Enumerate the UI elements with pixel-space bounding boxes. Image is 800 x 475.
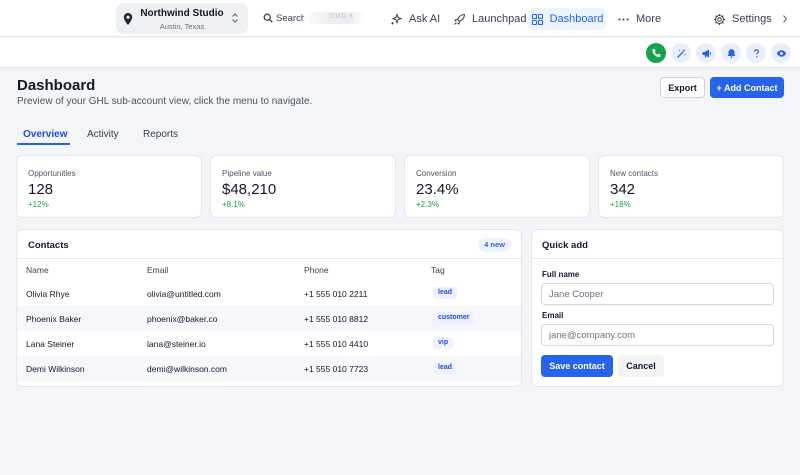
- chevron-right-icon: [782, 15, 787, 23]
- stat-change: +8.1%: [222, 200, 245, 209]
- announcements-button[interactable]: [696, 43, 716, 63]
- contact-name: Phoenix Baker: [26, 314, 82, 324]
- search-icon: [263, 13, 273, 23]
- nav-dashboard-label: Dashboard: [549, 13, 604, 25]
- nav-more-label: More: [636, 13, 662, 25]
- email-input[interactable]: [541, 324, 774, 346]
- account-location: Austin, Texas: [159, 22, 205, 31]
- stat-value: 128: [28, 181, 54, 198]
- stat-value: 342: [610, 181, 636, 198]
- help-button[interactable]: [746, 43, 766, 63]
- divider: [17, 258, 521, 259]
- stat-value: $48,210: [222, 181, 277, 198]
- magic-wand-icon: [676, 48, 686, 58]
- contact-tag: lead: [433, 362, 458, 374]
- contact-email: lana@steiner.io: [147, 339, 206, 349]
- stat-card-new-contacts: New contacts 342 +18%: [598, 155, 784, 218]
- nav-settings-label: Settings: [732, 13, 772, 25]
- account-name: Northwind Studio: [140, 8, 224, 19]
- quick-add-title: Quick add: [542, 240, 588, 251]
- stat-card-opportunities: Opportunities 128 +12%: [16, 155, 202, 218]
- gear-icon: [714, 13, 725, 25]
- full-name-input[interactable]: [541, 283, 774, 305]
- nav-launchpad-label: Launchpad: [472, 13, 527, 25]
- chevron-up-down-icon: [232, 13, 238, 23]
- stat-label: New contacts: [610, 169, 659, 178]
- nav-more[interactable]: More: [617, 8, 661, 30]
- stat-label: Conversion: [416, 169, 457, 178]
- top-nav: Northwind Studio Austin, Texas Search CM…: [0, 0, 800, 37]
- contact-phone: +1 555 010 8812: [304, 314, 369, 324]
- table-row[interactable]: Lana Steiner lana@steiner.io +1 555 010 …: [17, 331, 521, 356]
- help-icon: [753, 48, 759, 57]
- tab-activity[interactable]: Activity: [87, 129, 119, 140]
- contact-phone: +1 555 010 4410: [304, 339, 369, 349]
- tab-reports[interactable]: Reports: [143, 129, 178, 140]
- ellipsis-icon: [618, 18, 629, 20]
- bell-icon: [727, 48, 735, 58]
- contact-name: Olivia Rhye: [26, 289, 70, 299]
- stat-card-pipeline-value: Pipeline value $48,210 +8.1%: [210, 155, 396, 218]
- table-row[interactable]: Phoenix Baker phoenix@baker.co +1 555 01…: [17, 306, 521, 331]
- search-shortcut-hint: CMD K: [304, 12, 366, 24]
- column-header-name: Name: [26, 265, 49, 275]
- nav-launchpad[interactable]: Launchpad: [453, 8, 526, 30]
- add-contact-button[interactable]: + Add Contact: [710, 77, 784, 98]
- new-contacts-badge: 4 new: [478, 238, 511, 252]
- notifications-button[interactable]: [721, 43, 741, 63]
- contact-name: Demi Wilkinson: [26, 364, 85, 374]
- preview-button[interactable]: [771, 43, 791, 63]
- contact-tag: lead: [433, 287, 458, 299]
- column-header-email: Email: [147, 265, 169, 275]
- contact-email: demi@wilkinson.com: [147, 364, 227, 374]
- full-name-label: Full name: [542, 270, 580, 279]
- phone-icon: [651, 48, 660, 57]
- stat-value: 23.4%: [416, 181, 459, 198]
- eye-icon: [776, 49, 786, 57]
- contact-email: olivia@untitled.com: [147, 289, 221, 299]
- stat-card-conversion: Conversion 23.4% +2.3%: [404, 155, 590, 218]
- grid-icon: [531, 13, 543, 25]
- column-header-phone: Phone: [304, 265, 329, 275]
- search-label: Search: [276, 13, 307, 24]
- phone-button[interactable]: [646, 43, 666, 63]
- column-header-tag: Tag: [431, 265, 445, 275]
- contact-phone: +1 555 010 7723: [304, 364, 369, 374]
- cancel-button[interactable]: Cancel: [618, 355, 664, 377]
- table-row[interactable]: Demi Wilkinson demi@wilkinson.com +1 555…: [17, 356, 521, 381]
- nav-dashboard[interactable]: Dashboard: [528, 8, 606, 30]
- contact-phone: +1 555 010 2211: [304, 289, 368, 299]
- page-subtitle: Preview of your GHL sub-account view, cl…: [17, 96, 313, 107]
- tab-overview[interactable]: Overview: [23, 129, 67, 140]
- contact-tag: customer: [433, 312, 475, 324]
- contacts-panel: Contacts 4 new Name Email Phone Tag Oliv…: [16, 229, 522, 387]
- stat-label: Opportunities: [28, 169, 76, 178]
- contact-email: phoenix@baker.co: [147, 314, 218, 324]
- stat-change: +18%: [610, 200, 631, 209]
- contacts-title: Contacts: [28, 240, 69, 251]
- nav-settings[interactable]: Settings: [713, 8, 794, 30]
- contact-name: Lana Steiner: [26, 339, 75, 349]
- export-button[interactable]: Export: [660, 77, 705, 98]
- email-label: Email: [542, 311, 564, 320]
- divider: [532, 258, 783, 259]
- search-box[interactable]: Search CMD K: [258, 8, 370, 28]
- nav-ask-ai[interactable]: Ask AI: [390, 8, 440, 30]
- nav-ask-ai-label: Ask AI: [409, 13, 441, 25]
- save-contact-button[interactable]: Save contact: [541, 355, 613, 377]
- contact-tag: vip: [433, 337, 454, 349]
- quick-add-panel: Quick add Full name Email Save contact C…: [531, 229, 784, 387]
- sparkles-icon: [390, 12, 403, 25]
- megaphone-icon: [702, 49, 711, 57]
- stat-label: Pipeline value: [222, 169, 272, 178]
- table-row[interactable]: Olivia Rhye olivia@untitled.com +1 555 0…: [17, 281, 521, 306]
- quick-actions-bar: [0, 38, 800, 68]
- stat-change: +2.3%: [416, 200, 439, 209]
- page-title: Dashboard: [17, 77, 96, 94]
- account-switcher[interactable]: Northwind Studio Austin, Texas: [116, 3, 248, 34]
- active-tab-indicator: [17, 143, 70, 145]
- magic-wand-button[interactable]: [671, 43, 691, 63]
- rocket-icon: [454, 13, 466, 25]
- stat-change: +12%: [28, 200, 49, 209]
